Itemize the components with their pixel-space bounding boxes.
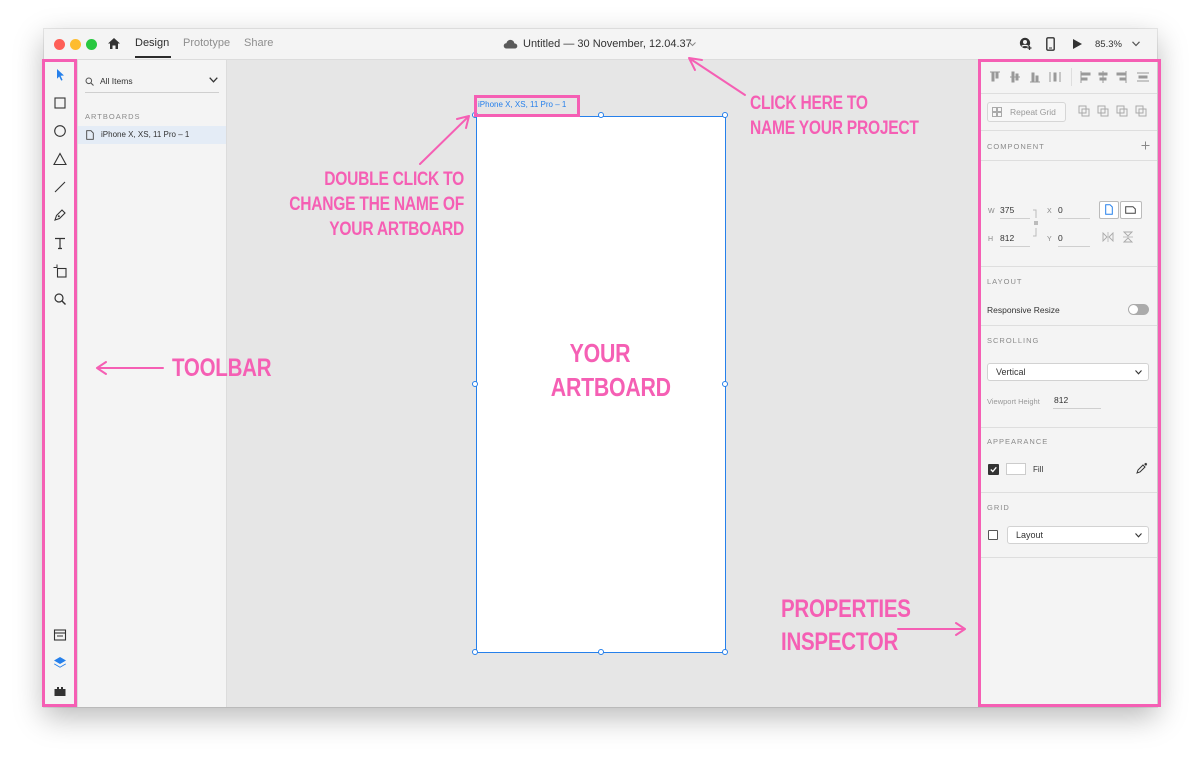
arrow-to-artboard-title [419,115,470,165]
annotation-line: YOUR [569,338,631,368]
artboard-annotation: YOUR ARTBOARD [550,336,671,404]
annotation-line: PROPERTIES [781,595,911,623]
annotation-line: YOUR ARTBOARD [329,219,464,240]
annotation-line: ARTBOARD [550,372,671,402]
name-project-annotation: CLICK HERE TO NAME YOUR PROJECT [750,91,919,141]
annotation-line: INSPECTOR [781,628,899,656]
annotation-line: NAME YOUR PROJECT [750,118,919,139]
annotation-line: CLICK HERE TO [750,93,868,114]
inspector-annotation: PROPERTIES INSPECTOR [781,593,911,659]
arrow-to-toolbar [96,361,164,375]
arrow-to-title [688,57,746,96]
annotation-line: CHANGE THE NAME OF [289,194,464,215]
rename-artboard-annotation: DOUBLE CLICK TO CHANGE THE NAME OF YOUR … [248,167,464,242]
annotation-line: DOUBLE CLICK TO [324,169,464,190]
toolbar-annotation: TOOLBAR [172,354,272,382]
